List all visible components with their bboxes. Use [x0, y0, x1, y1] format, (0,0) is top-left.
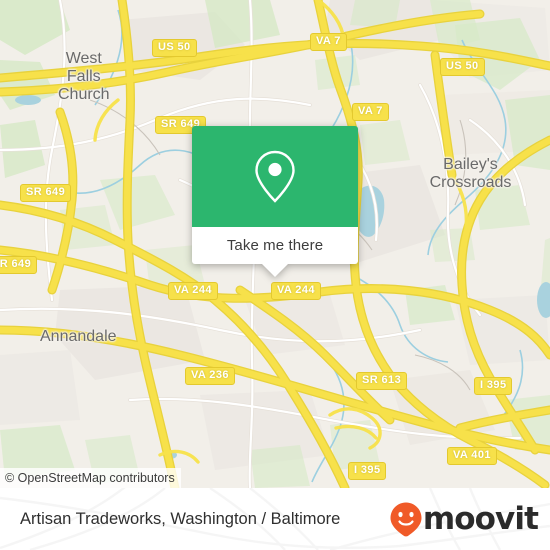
- map-canvas[interactable]: .park { fill:#d6e9c6; } .resid { fill:#e…: [0, 0, 550, 488]
- road-shield: US 50: [440, 58, 485, 76]
- place-title: Artisan Tradeworks, Washington / Baltimo…: [20, 509, 341, 528]
- footer-bar: Artisan Tradeworks, Washington / Baltimo…: [0, 488, 550, 550]
- moovit-smiley-pin-icon: [390, 502, 422, 537]
- road-shield: SR 649: [0, 256, 38, 274]
- location-popup[interactable]: Take me there: [192, 126, 358, 277]
- road-shield: SR 649: [20, 184, 72, 202]
- road-shield: VA 236: [185, 367, 235, 385]
- footer-content: Artisan Tradeworks, Washington / Baltimo…: [0, 488, 550, 550]
- popup-image-panel: [192, 126, 358, 227]
- road-shield: VA 401: [447, 447, 497, 465]
- road-shield: I 395: [348, 462, 387, 480]
- road-shield: VA 7: [352, 103, 389, 121]
- place-label-annandale: Annandale: [40, 328, 117, 345]
- road-shield: VA 244: [271, 282, 321, 300]
- road-shield: SR 613: [356, 372, 408, 390]
- road-shield: I 395: [474, 377, 513, 395]
- road-shield: VA 244: [168, 282, 218, 300]
- road-shield: US 50: [152, 39, 197, 57]
- osm-attribution[interactable]: © OpenStreetMap contributors: [0, 468, 181, 488]
- road-shield: VA 7: [310, 33, 347, 51]
- moovit-map-screenshot: .park { fill:#d6e9c6; } .resid { fill:#e…: [0, 0, 550, 550]
- moovit-wordmark: moovit: [422, 500, 539, 537]
- map-pin-icon: [255, 150, 295, 203]
- moovit-brand[interactable]: moovit: [389, 500, 539, 537]
- popup-cta-panel[interactable]: Take me there: [192, 227, 358, 264]
- popup-tail: [262, 264, 288, 277]
- place-label-west-falls-church: West Falls Church: [58, 50, 110, 103]
- take-me-there-label: Take me there: [226, 237, 324, 254]
- place-label-baileys-crossroads: Bailey's Crossroads: [429, 156, 512, 191]
